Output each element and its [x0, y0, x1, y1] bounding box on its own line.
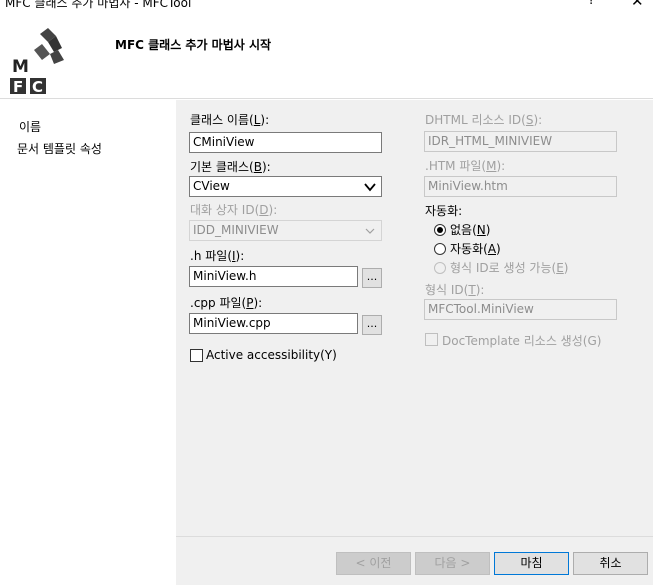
chevron-down-icon [364, 183, 376, 192]
svg-text:F: F [13, 78, 23, 94]
automation-none-radio[interactable] [434, 224, 446, 236]
chevron-down-icon [365, 228, 375, 234]
automation-none-label: 없음(N) [450, 223, 491, 237]
title-bar: MFC 클래스 추가 마법사 - MFCTool ? ✕ [0, 0, 653, 14]
dialog-id-combo[interactable]: IDD_MINIVIEW [189, 220, 382, 241]
cpp-file-label: .cpp 파일(P): [190, 296, 263, 310]
svg-text:C: C [32, 78, 43, 94]
wizard-nav: 이름 문서 템플릿 속성 [0, 100, 176, 585]
nav-item-name[interactable]: 이름 [19, 118, 41, 135]
h-file-input[interactable]: MiniView.h [189, 266, 358, 287]
base-class-value: CView [193, 179, 230, 193]
automation-typeid-label: 형식 ID로 생성 가능(E) [450, 261, 569, 275]
mfc-logo-icon: M F C [10, 28, 64, 94]
wizard-header: M F C MFC 클래스 추가 마법사 시작 [0, 14, 653, 99]
automation-label: 자동화: [425, 204, 463, 218]
footer-separator [176, 536, 653, 537]
base-class-combo[interactable]: CView [189, 176, 382, 197]
htm-file-label: .HTM 파일(M): [425, 159, 506, 173]
window-title: MFC 클래스 추가 마법사 - MFCTool [5, 0, 192, 10]
class-name-input[interactable]: CMiniView [189, 132, 382, 153]
automation-auto-label: 자동화(A) [450, 242, 501, 256]
dhtml-id-label: DHTML 리소스 ID(S): [425, 113, 543, 127]
automation-auto-radio[interactable] [434, 243, 446, 255]
type-id-label: 형식 ID(T): [425, 283, 485, 297]
automation-typeid-radio[interactable] [434, 262, 446, 274]
prev-button[interactable]: < 이전 [336, 552, 411, 575]
finish-button[interactable]: 마침 [494, 552, 569, 575]
next-button[interactable]: 다음 > [415, 552, 490, 575]
cpp-file-input[interactable]: MiniView.cpp [189, 313, 358, 334]
htm-file-input[interactable]: MiniView.htm [424, 176, 617, 197]
wizard-main-panel: 클래스 이름(L): CMiniView 기본 클래스(B): CView 대화… [176, 100, 653, 585]
close-button[interactable]: ✕ [631, 0, 644, 10]
help-button[interactable]: ? [588, 0, 595, 8]
active-accessibility-label: Active accessibility(Y) [206, 348, 337, 362]
doctemplate-checkbox[interactable] [425, 333, 438, 346]
base-class-label: 기본 클래스(B): [190, 160, 271, 174]
dhtml-id-input[interactable]: IDR_HTML_MINIVIEW [424, 131, 617, 152]
svg-text:M: M [12, 57, 29, 77]
header-title: MFC 클래스 추가 마법사 시작 [115, 38, 272, 52]
h-file-label: .h 파일(I): [190, 249, 245, 263]
nav-item-doc-template[interactable]: 문서 템플릿 속성 [17, 140, 102, 157]
cancel-button[interactable]: 취소 [573, 552, 648, 575]
dialog-id-label: 대화 상자 ID(D): [190, 203, 278, 217]
dialog-id-value: IDD_MINIVIEW [193, 223, 279, 237]
active-accessibility-checkbox[interactable] [190, 349, 203, 362]
class-name-label: 클래스 이름(L): [190, 113, 270, 127]
cpp-file-browse-button[interactable]: ... [362, 315, 382, 335]
h-file-browse-button[interactable]: ... [362, 268, 382, 288]
type-id-input[interactable]: MFCTool.MiniView [424, 299, 617, 320]
doctemplate-label: DocTemplate 리소스 생성(G) [442, 334, 602, 348]
